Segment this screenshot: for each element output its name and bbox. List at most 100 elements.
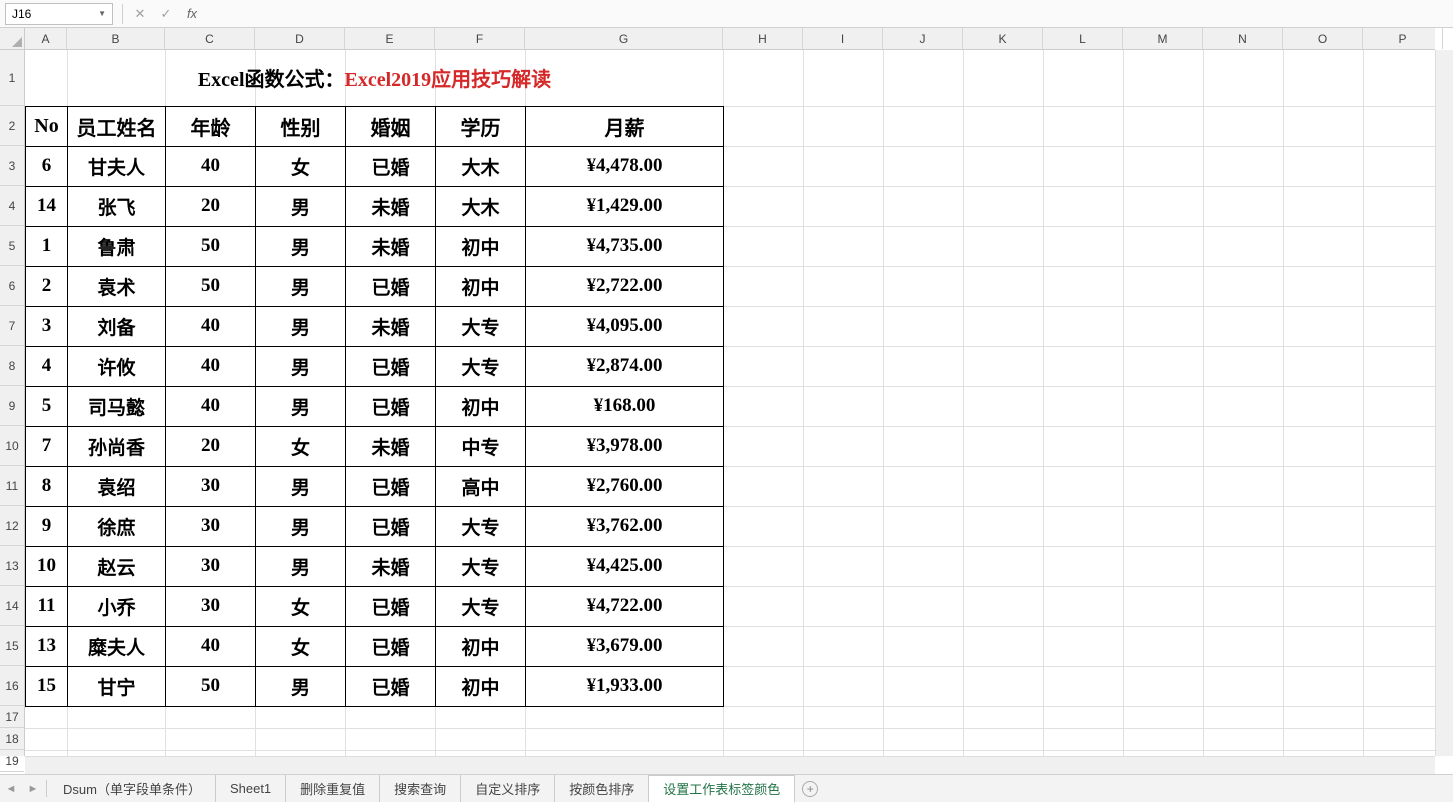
table-cell: 大专	[436, 346, 526, 386]
column-header[interactable]: H	[723, 28, 803, 49]
table-cell: 大专	[436, 586, 526, 626]
sheet-tab[interactable]: 设置工作表标签颜色	[649, 775, 795, 803]
row-header[interactable]: 12	[0, 506, 24, 546]
cells-area[interactable]: Excel函数公式：Excel2019应用技巧解读 No员工姓名年龄性别婚姻学历…	[25, 50, 1435, 756]
column-header[interactable]: L	[1043, 28, 1123, 49]
formula-input[interactable]	[205, 3, 1453, 25]
column-header[interactable]: D	[255, 28, 345, 49]
table-cell: 2	[26, 266, 68, 306]
row-header[interactable]: 8	[0, 346, 24, 386]
row-header[interactable]: 15	[0, 626, 24, 666]
row-header[interactable]: 19	[0, 750, 24, 772]
table-row: 8袁绍30男已婚高中¥2,760.00	[26, 466, 724, 506]
column-header[interactable]: P	[1363, 28, 1443, 49]
table-cell: 6	[26, 146, 68, 186]
sheet-tabs: Dsum（单字段单条件）Sheet1删除重复值搜索查询自定义排序按颜色排序设置工…	[49, 775, 795, 802]
column-header[interactable]: K	[963, 28, 1043, 49]
vertical-scrollbar[interactable]	[1435, 50, 1453, 756]
column-header[interactable]: E	[345, 28, 435, 49]
column-header[interactable]: B	[67, 28, 165, 49]
table-cell: 女	[256, 586, 346, 626]
row-header[interactable]: 6	[0, 266, 24, 306]
table-cell: 男	[256, 266, 346, 306]
row-header[interactable]: 7	[0, 306, 24, 346]
add-sheet-button[interactable]: +	[795, 775, 825, 802]
table-cell: 已婚	[346, 506, 436, 546]
table-cell: 已婚	[346, 666, 436, 706]
row-header[interactable]: 11	[0, 466, 24, 506]
row-header[interactable]: 17	[0, 706, 24, 728]
table-cell: 甘宁	[68, 666, 166, 706]
column-header[interactable]: G	[525, 28, 723, 49]
table-cell: 赵云	[68, 546, 166, 586]
table-cell: 徐庶	[68, 506, 166, 546]
sheet-tab[interactable]: Sheet1	[216, 775, 286, 802]
sheet-tab[interactable]: 按颜色排序	[555, 775, 649, 802]
row-header[interactable]: 5	[0, 226, 24, 266]
table-cell: 已婚	[346, 266, 436, 306]
table-cell: 20	[166, 186, 256, 226]
horizontal-scrollbar[interactable]	[25, 756, 1435, 774]
sheet-tab[interactable]: Dsum（单字段单条件）	[49, 775, 216, 802]
table-cell: 30	[166, 506, 256, 546]
table-cell: 小乔	[68, 586, 166, 626]
name-box[interactable]: J16 ▼	[5, 3, 113, 25]
sheet-tab[interactable]: 搜索查询	[380, 775, 461, 802]
table-cell: 大木	[436, 186, 526, 226]
row-header[interactable]: 4	[0, 186, 24, 226]
row-header[interactable]: 3	[0, 146, 24, 186]
data-table: Excel函数公式：Excel2019应用技巧解读 No员工姓名年龄性别婚姻学历…	[25, 50, 724, 707]
row-header[interactable]: 14	[0, 586, 24, 626]
table-header-cell: 性别	[256, 106, 346, 146]
row-header[interactable]: 9	[0, 386, 24, 426]
divider	[122, 4, 123, 24]
table-cell: 袁绍	[68, 466, 166, 506]
column-header[interactable]: A	[25, 28, 67, 49]
table-cell: 4	[26, 346, 68, 386]
table-cell: 20	[166, 426, 256, 466]
select-all-corner[interactable]	[0, 28, 25, 50]
table-row: 3刘备40男未婚大专¥4,095.00	[26, 306, 724, 346]
table-cell: 鲁肃	[68, 226, 166, 266]
column-header[interactable]: J	[883, 28, 963, 49]
table-cell: 未婚	[346, 306, 436, 346]
column-headers: ABCDEFGHIJKLMNOP	[25, 28, 1435, 50]
row-header[interactable]: 13	[0, 546, 24, 586]
column-header[interactable]: N	[1203, 28, 1283, 49]
table-cell: 30	[166, 546, 256, 586]
table-cell: 糜夫人	[68, 626, 166, 666]
column-header[interactable]: M	[1123, 28, 1203, 49]
fx-button[interactable]: fx	[179, 3, 205, 25]
sheet-tab[interactable]: 删除重复值	[286, 775, 380, 802]
cancel-button[interactable]: ✕	[127, 3, 153, 25]
table-cell: 已婚	[346, 466, 436, 506]
column-header[interactable]: F	[435, 28, 525, 49]
sheet-tab[interactable]: 自定义排序	[461, 775, 555, 802]
column-header[interactable]: O	[1283, 28, 1363, 49]
table-cell: 男	[256, 666, 346, 706]
table-cell: 30	[166, 466, 256, 506]
title-row: Excel函数公式：Excel2019应用技巧解读	[26, 50, 724, 106]
table-cell: 刘备	[68, 306, 166, 346]
table-cell: 司马懿	[68, 386, 166, 426]
row-header[interactable]: 10	[0, 426, 24, 466]
enter-button[interactable]: ✓	[153, 3, 179, 25]
table-cell: 40	[166, 386, 256, 426]
column-header[interactable]: I	[803, 28, 883, 49]
row-header[interactable]: 1	[0, 50, 24, 106]
table-cell: 男	[256, 306, 346, 346]
table-cell: 3	[26, 306, 68, 346]
tab-nav-prev[interactable]: ◄	[0, 775, 22, 802]
tab-nav-next[interactable]: ►	[22, 775, 44, 802]
column-header[interactable]: C	[165, 28, 255, 49]
table-cell: 袁术	[68, 266, 166, 306]
row-headers: 12345678910111213141516171819202122	[0, 50, 25, 756]
row-header[interactable]: 16	[0, 666, 24, 706]
row-header[interactable]: 2	[0, 106, 24, 146]
table-header-cell: 年龄	[166, 106, 256, 146]
formula-bar: J16 ▼ ✕ ✓ fx	[0, 0, 1453, 28]
row-header[interactable]: 18	[0, 728, 24, 750]
table-cell: 已婚	[346, 586, 436, 626]
table-cell: 女	[256, 626, 346, 666]
table-cell: 孙尚香	[68, 426, 166, 466]
